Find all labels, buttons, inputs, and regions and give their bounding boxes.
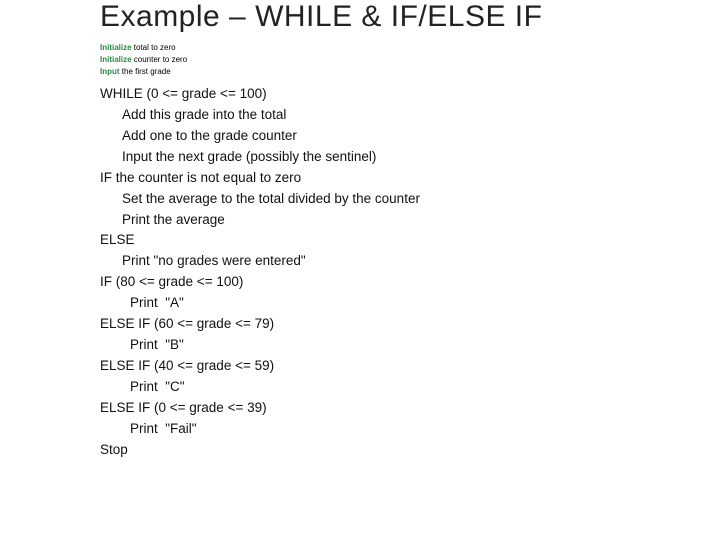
init-block: Initialize total to zero Initialize coun… — [100, 42, 720, 78]
keyword: Initialize — [100, 43, 132, 52]
init-text: total to zero — [132, 43, 176, 52]
code-line: Add this grade into the total — [100, 105, 720, 126]
slide: Example – WHILE & IF/ELSE IF Initialize … — [0, 0, 720, 540]
code-line: ELSE — [100, 230, 720, 251]
code-line: IF (80 <= grade <= 100) — [100, 272, 720, 293]
code-line: Print "no grades were entered" — [100, 251, 720, 272]
keyword: Initialize — [100, 55, 132, 64]
init-text: the first grade — [120, 67, 171, 76]
code-line: IF the counter is not equal to zero — [100, 168, 720, 189]
init-line: Input the first grade — [100, 66, 720, 78]
code-line: Input the next grade (possibly the senti… — [100, 147, 720, 168]
code-line: ELSE IF (0 <= grade <= 39) — [100, 398, 720, 419]
code-line: WHILE (0 <= grade <= 100) — [100, 84, 720, 105]
pseudocode-block: WHILE (0 <= grade <= 100) Add this grade… — [100, 84, 720, 461]
init-line: Initialize counter to zero — [100, 54, 720, 66]
code-line: Set the average to the total divided by … — [100, 189, 720, 210]
slide-title: Example – WHILE & IF/ELSE IF — [100, 0, 720, 34]
code-line: Print the average — [100, 210, 720, 231]
keyword: Input — [100, 67, 120, 76]
code-line: ELSE IF (40 <= grade <= 59) — [100, 356, 720, 377]
code-line: Add one to the grade counter — [100, 126, 720, 147]
code-line: Print "B" — [100, 335, 720, 356]
code-line: Print "A" — [100, 293, 720, 314]
init-text: counter to zero — [132, 55, 188, 64]
code-line: ELSE IF (60 <= grade <= 79) — [100, 314, 720, 335]
code-line: Print "Fail" — [100, 419, 720, 440]
code-line: Stop — [100, 440, 720, 461]
code-line: Print "C" — [100, 377, 720, 398]
init-line: Initialize total to zero — [100, 42, 720, 54]
